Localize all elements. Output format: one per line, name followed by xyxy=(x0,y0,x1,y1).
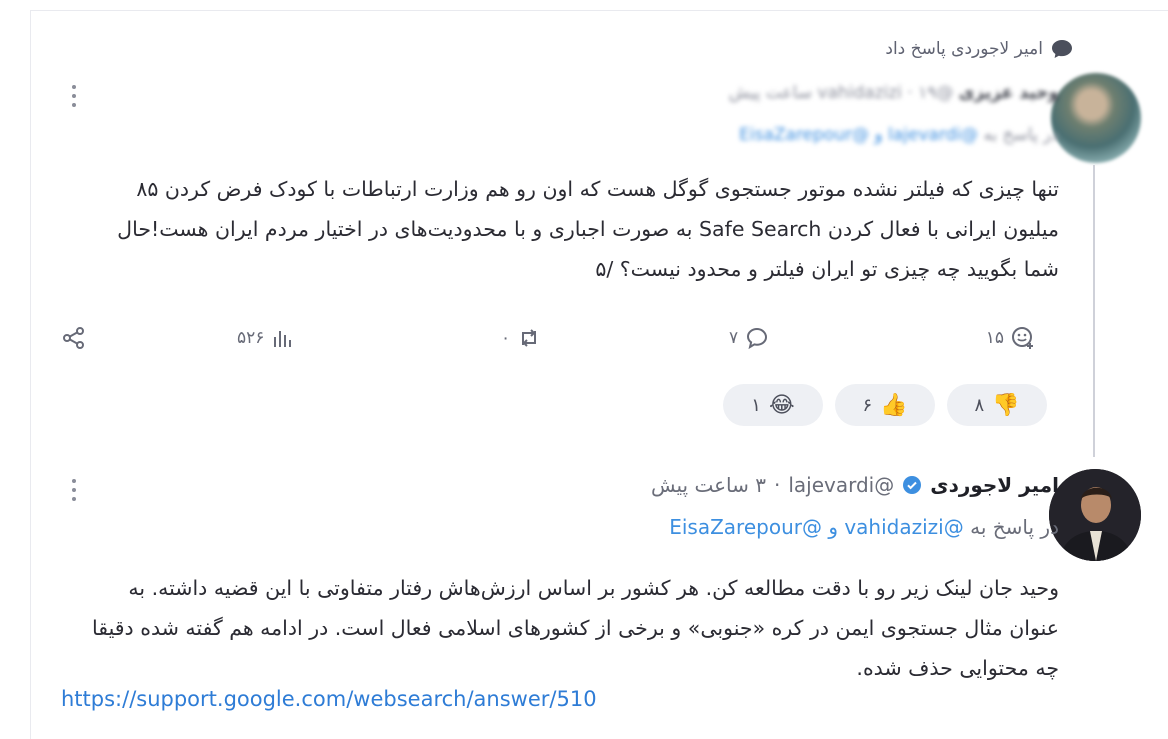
tweet2-reply-to: در پاسخ به @vahidazizi و @EisaZarepour xyxy=(669,515,1059,539)
more-options-icon[interactable] xyxy=(71,479,77,505)
thread-connector xyxy=(1093,165,1095,457)
person-photo-icon xyxy=(1049,469,1141,561)
laugh-emoji-icon: 😂 xyxy=(768,392,795,418)
tweet2-time: ۳ ساعت پیش xyxy=(650,473,766,497)
tweet1-author-name[interactable]: وحید عزیزی xyxy=(959,83,1059,103)
tweet2-body: وحید جان لینک زیر رو با دقت مطالعه کن. ه… xyxy=(91,576,1059,680)
timeline-panel: امیر لاجوردی پاسخ داد وحید عزیزی @vahida… xyxy=(30,10,1168,739)
replied-indicator: امیر لاجوردی پاسخ داد xyxy=(885,39,1073,59)
avatar-amir[interactable] xyxy=(1049,469,1141,561)
add-reaction-icon xyxy=(1012,327,1033,349)
reactions-row: ۱ 😂 ۶ 👍 ۸ 👎 xyxy=(723,384,1047,426)
react-button[interactable]: ۱۵ xyxy=(986,325,1036,351)
thumbs-up-icon: 👍 xyxy=(880,392,908,418)
reaction-thumbs-down[interactable]: ۸ 👎 xyxy=(947,384,1047,426)
reaction-laugh[interactable]: ۱ 😂 xyxy=(723,384,823,426)
retweets-count: ۰ xyxy=(501,328,511,348)
retweet-icon xyxy=(522,329,537,347)
more-options-icon[interactable] xyxy=(71,85,77,111)
retweet-button[interactable]: ۰ xyxy=(501,325,542,351)
tweet2-header: امیر لاجوردی @lajevardi · ۳ ساعت پیش xyxy=(650,473,1059,497)
tweet2-handle[interactable]: @lajevardi xyxy=(788,473,894,497)
tweet1-reply-to: در پاسخ به @lajevardi و @EisaZarepour xyxy=(739,125,1059,145)
views-chart-icon xyxy=(274,331,292,347)
thumbs-down-icon: 👎 xyxy=(992,392,1020,418)
reply-mentions[interactable]: @vahidazizi و @EisaZarepour xyxy=(669,515,964,539)
reply-prefix: در پاسخ به xyxy=(983,125,1059,145)
views-button[interactable]: ۵۲۶ xyxy=(237,325,296,351)
reply-button[interactable]: ۷ xyxy=(729,325,770,351)
tweet2-author-name[interactable]: امیر لاجوردی xyxy=(930,473,1059,497)
verified-badge-icon xyxy=(903,476,922,494)
reactions-count: ۱۵ xyxy=(985,328,1004,348)
reply-mentions[interactable]: @lajevardi و @EisaZarepour xyxy=(739,125,978,145)
avatar-vahid[interactable] xyxy=(1051,73,1141,163)
tweet1-body: تنها چیزی که فیلتر نشده موتور جستجوی گوگ… xyxy=(117,177,1059,281)
share-button[interactable] xyxy=(61,325,87,351)
replied-text: امیر لاجوردی پاسخ داد xyxy=(885,39,1043,59)
views-count: ۵۲۶ xyxy=(237,328,265,348)
reply-prefix: در پاسخ به xyxy=(970,515,1059,539)
tweet1-action-bar: ۱۵ ۷ ۰ ۵۲۶ xyxy=(61,325,1036,361)
speech-bubble-icon xyxy=(1052,40,1072,58)
share-icon xyxy=(63,327,84,349)
comment-icon xyxy=(747,327,768,350)
reaction-thumbs-up[interactable]: ۶ 👍 xyxy=(835,384,935,426)
replies-count: ۷ xyxy=(729,328,739,348)
tweet1-header: وحید عزیزی @vahidazizi · ۱۹ ساعت پیش xyxy=(728,83,1059,103)
google-support-link[interactable]: https://support.google.com/websearch/ans… xyxy=(61,687,597,711)
